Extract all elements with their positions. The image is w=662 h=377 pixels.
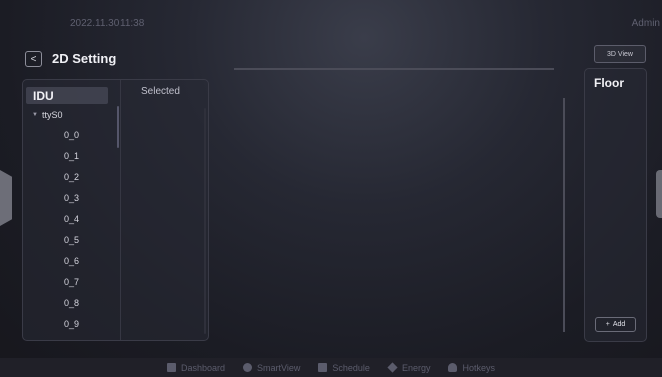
nav-hotkeys[interactable]: Hotkeys	[448, 363, 495, 373]
left-drawer-handle[interactable]	[0, 170, 12, 226]
nav-schedule-label: Schedule	[332, 362, 370, 373]
nav-schedule[interactable]: Schedule	[318, 363, 370, 373]
tree-item[interactable]: 0_6	[64, 256, 79, 266]
nav-hotkeys-label: Hotkeys	[462, 362, 495, 373]
back-button[interactable]: <	[25, 51, 42, 67]
tree-item[interactable]: 0_8	[64, 298, 79, 308]
canvas-horizontal-scrollbar[interactable]	[234, 68, 554, 70]
date-label: 2022.11.30	[70, 18, 120, 29]
tree-item[interactable]: 0_2	[64, 172, 79, 182]
tree-item[interactable]: 0_9	[64, 319, 79, 329]
3d-view-button[interactable]: 3D View	[594, 45, 646, 63]
tree-item[interactable]: 0_4	[64, 214, 79, 224]
plus-icon: +	[605, 321, 610, 328]
idu-title: IDU	[33, 89, 54, 103]
nav-dashboard-label: Dashboard	[181, 362, 226, 373]
schedule-icon	[318, 363, 328, 372]
idu-panel: IDU Selected ▼ ttyS0 0_0 0_1 0_2 0_3 0_4…	[22, 79, 209, 341]
tree-item[interactable]: 0_5	[64, 235, 79, 245]
tree-item[interactable]: 0_0	[64, 130, 79, 140]
nav-smartview-label: SmartView	[257, 362, 301, 373]
time-label: 11:38	[120, 18, 145, 29]
tree-item[interactable]: 0_7	[64, 277, 79, 287]
chevron-left-icon: <	[30, 53, 37, 65]
page-title: 2D Setting	[52, 51, 117, 66]
selected-scrollbar[interactable]	[204, 108, 206, 334]
tree-item[interactable]: 0_1	[64, 151, 79, 161]
tree-scrollbar[interactable]	[117, 106, 119, 148]
nav-dashboard[interactable]: Dashboard	[167, 363, 225, 373]
floor-title: Floor	[594, 76, 624, 90]
tree-group-label: ttyS0	[41, 110, 63, 120]
add-floor-label: Add	[612, 321, 626, 328]
user-label[interactable]: Admin	[632, 18, 660, 29]
dashboard-icon	[167, 363, 177, 372]
smartview-icon	[243, 363, 253, 372]
tree-item[interactable]: 0_3	[64, 193, 79, 203]
tree-group-ttys0[interactable]: ▼ ttyS0	[32, 110, 62, 120]
nav-energy-label: Energy	[401, 362, 431, 373]
nav-smartview[interactable]: SmartView	[243, 363, 300, 373]
nav-energy[interactable]: Energy	[387, 362, 431, 373]
add-floor-button[interactable]: + Add	[595, 317, 636, 332]
canvas-vertical-scrollbar[interactable]	[563, 98, 565, 332]
bottom-nav: Dashboard SmartView Schedule Energy Hotk…	[0, 358, 662, 377]
floor-panel: Floor + Add	[584, 68, 647, 342]
selected-column-title: Selected	[141, 86, 180, 97]
top-bar: 2022.11.30 11:38 Admin	[0, 0, 662, 48]
hotkeys-icon	[448, 363, 458, 372]
energy-icon	[387, 362, 398, 373]
column-divider	[120, 80, 121, 340]
caret-down-icon: ▼	[32, 112, 38, 118]
right-drawer-handle[interactable]	[656, 170, 662, 218]
